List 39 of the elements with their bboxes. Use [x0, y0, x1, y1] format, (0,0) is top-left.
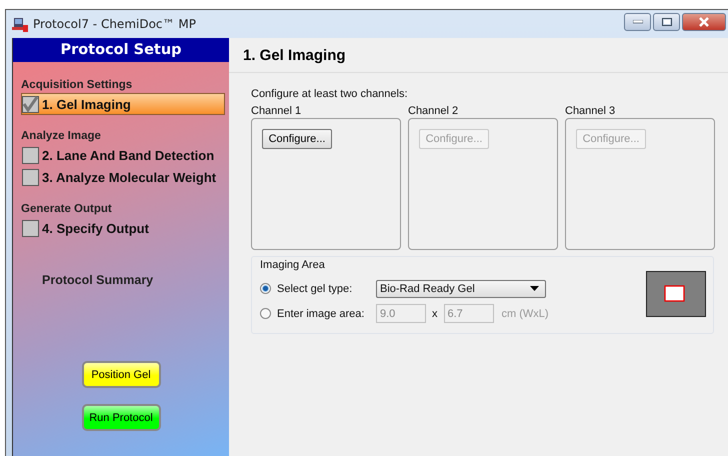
group-title: Imaging Area [260, 259, 326, 271]
step-item[interactable]: 2. Lane And Band Detection [21, 144, 225, 166]
sidebar-title: Protocol Setup [13, 38, 229, 62]
area-preview-drawing [646, 271, 706, 317]
radio-button[interactable] [260, 308, 271, 319]
gel-type-dropdown[interactable]: Bio-Rad Ready Gel [376, 280, 546, 298]
window-title: Protocol7 - ChemiDoc™ MP [33, 17, 196, 31]
action-button[interactable]: Run Protocol [82, 404, 160, 431]
step-item[interactable]: 3. Analyze Molecular Weight [21, 166, 225, 188]
configure-button[interactable]: Configure... [262, 129, 332, 149]
maximize-icon [662, 18, 672, 26]
checkbox[interactable] [22, 96, 39, 112]
close-icon [698, 17, 710, 27]
summary-label: Protocol Summary [42, 273, 154, 287]
instruction-text: Configure at least two channels: [251, 88, 409, 100]
caret-icon [530, 286, 539, 291]
maximize-button[interactable] [653, 13, 680, 31]
section-heading: Analyze Image [21, 130, 102, 142]
unit-label: cm (WxL) [502, 308, 549, 320]
option-label: Select gel type: [277, 282, 352, 294]
option-label: Enter image area: [277, 308, 364, 320]
step-item[interactable]: 4. Specify Output [21, 217, 225, 239]
channel-label: Channel 3 [565, 105, 616, 117]
radio-button[interactable] [260, 283, 271, 294]
action-button[interactable]: Position Gel [82, 361, 160, 388]
section-heading: Acquisition Settings [21, 79, 134, 91]
minimize-button[interactable] [624, 13, 651, 31]
close-button[interactable] [682, 13, 726, 31]
times-sign: x [432, 308, 438, 320]
page-heading: 1. Gel Imaging [243, 46, 346, 64]
channel-label: Channel 2 [408, 105, 460, 117]
checkbox[interactable] [22, 168, 39, 186]
app-icon [12, 16, 28, 32]
checkbox[interactable] [22, 146, 39, 164]
section-heading: Generate Output [21, 203, 113, 215]
checkbox[interactable] [22, 220, 39, 236]
minimize-icon [632, 20, 642, 24]
step-item[interactable]: 1. Gel Imaging [21, 93, 225, 115]
channel-label: Channel 1 [251, 105, 302, 117]
